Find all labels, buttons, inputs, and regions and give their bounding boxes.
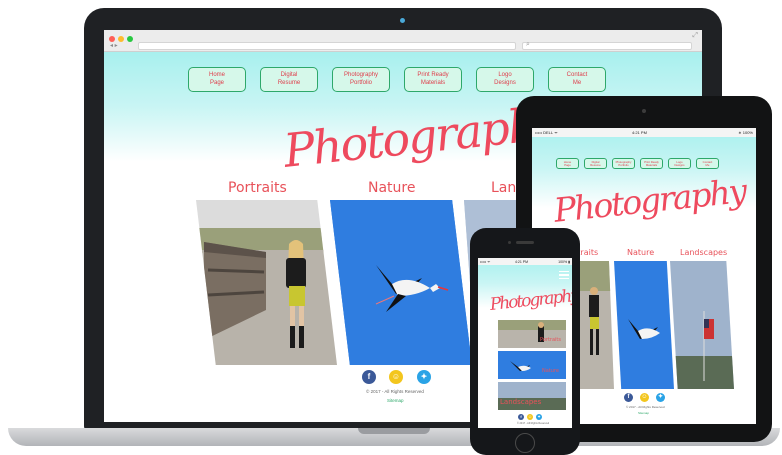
- page-title: Photography: [488, 285, 572, 315]
- status-time: 4:21 PM: [515, 259, 529, 264]
- category-label-portraits: Portraits: [228, 180, 287, 196]
- copyright-text: © 2017 - All Rights Reserved: [366, 389, 424, 394]
- nav-home-button[interactable]: Home Page: [556, 158, 579, 169]
- nav-label: Portfolio: [618, 163, 629, 168]
- nav-label: Contact: [566, 72, 588, 78]
- category-label-landscapes: Landscapes: [680, 248, 728, 257]
- category-label-nature: Nature: [542, 368, 559, 374]
- category-label-nature: Nature: [627, 248, 655, 257]
- nav-photography-button[interactable]: Photography Portfolio: [332, 67, 390, 92]
- status-time: 4:21 PM: [632, 130, 647, 135]
- facebook-icon[interactable]: f: [518, 414, 524, 420]
- category-label-nature: Nature: [368, 180, 416, 196]
- back-forward-icon[interactable]: ◂ ▸: [110, 43, 118, 49]
- battery-indicator: 100% ▮: [558, 259, 570, 264]
- address-bar[interactable]: [138, 42, 516, 50]
- sitemap-link[interactable]: Sitemap: [387, 398, 404, 403]
- nav-label: Me: [705, 163, 710, 168]
- nav-label: Portfolio: [349, 80, 372, 86]
- fullscreen-icon[interactable]: ⤢: [692, 32, 698, 40]
- nav-label: Designs: [494, 80, 516, 86]
- nav-label: Digital: [280, 72, 298, 78]
- copyright-text: © 2017 - All Rights Reserved: [517, 422, 550, 425]
- browser-search-field[interactable]: ⌕: [522, 41, 692, 50]
- portrait-photo: [196, 200, 337, 365]
- twitter-icon[interactable]: ✦: [656, 393, 665, 402]
- facebook-icon[interactable]: f: [362, 370, 376, 384]
- page-title: Photography: [551, 171, 748, 230]
- flag-landscape-photo: [670, 261, 734, 389]
- portrait-photo: [498, 320, 566, 348]
- search-icon: ⌕: [526, 41, 530, 48]
- carrier-signal: ••••• DELL ᯤ: [535, 130, 558, 135]
- stork-photo: [614, 261, 674, 389]
- landscapes-gallery-link[interactable]: [670, 261, 734, 389]
- nav-logo-button[interactable]: Logo Designs: [668, 158, 691, 169]
- twitter-icon[interactable]: ✦: [536, 414, 542, 420]
- browser-chrome: ◂ ▸ ⌕ ⤢: [104, 30, 702, 52]
- twitter-icon[interactable]: ✦: [417, 370, 431, 384]
- laptop-camera: [400, 18, 405, 23]
- phone-device: ••••• ᯤ 4:21 PM 100% ▮ Photography Portr…: [470, 228, 580, 455]
- nature-gallery-link[interactable]: [614, 261, 674, 389]
- nav-label: Page: [564, 163, 571, 168]
- nav-label: Page: [209, 80, 224, 86]
- phone-status-bar: ••••• ᯤ 4:21 PM 100% ▮: [478, 258, 572, 265]
- maximize-window-button[interactable]: [127, 36, 133, 42]
- nav-label: Print Ready: [417, 72, 449, 78]
- category-label-landscapes: Landscapes: [500, 398, 542, 406]
- stork-photo: [330, 200, 472, 365]
- close-window-button[interactable]: [109, 36, 115, 42]
- phone-screen: ••••• ᯤ 4:21 PM 100% ▮ Photography Portr…: [478, 258, 572, 428]
- nav-label: Resume: [277, 80, 301, 86]
- nav-logo-button[interactable]: Logo Designs: [476, 67, 534, 92]
- portraits-gallery-link[interactable]: [196, 200, 337, 365]
- nav-print-button[interactable]: Print Ready Materials: [640, 158, 663, 169]
- stork-photo: [498, 351, 566, 379]
- nav-label: Materials: [420, 80, 446, 86]
- nav-contact-button[interactable]: Contact Me: [696, 158, 719, 169]
- tablet-status-bar: ••••• DELL ᯤ 4:21 PM ∗ 100%: [532, 128, 756, 137]
- snapchat-icon[interactable]: ☺: [527, 414, 533, 420]
- carrier-signal: ••••• ᯤ: [480, 259, 491, 264]
- device-mockup-stage: ◂ ▸ ⌕ ⤢ Home Page Digital Resume Photograp…: [0, 0, 782, 455]
- landscapes-gallery-link[interactable]: Landscapes: [498, 382, 566, 410]
- phone-camera: [508, 241, 511, 244]
- copyright-text: © 2017 - All Rights Reserved: [626, 405, 665, 409]
- nav-label: Logo: [498, 72, 512, 78]
- battery-indicator: ∗ 100%: [738, 130, 753, 135]
- portraits-gallery-link[interactable]: Portraits: [498, 320, 566, 348]
- category-label-portraits: Portraits: [540, 337, 561, 343]
- nav-home-button[interactable]: Home Page: [188, 67, 246, 92]
- nav-label: Resume: [590, 163, 601, 168]
- snapchat-icon[interactable]: ☺: [640, 393, 649, 402]
- phone-speaker: [516, 241, 534, 244]
- nav-label: Designs: [674, 163, 685, 168]
- nav-resume-button[interactable]: Digital Resume: [260, 67, 318, 92]
- nav-label: Photography: [343, 72, 379, 78]
- hamburger-menu-icon[interactable]: [559, 271, 569, 279]
- nav-label: Me: [572, 80, 582, 86]
- nav-label: Materials: [645, 163, 658, 168]
- nature-gallery-link[interactable]: [330, 200, 472, 365]
- sitemap-link[interactable]: Sitemap: [638, 411, 649, 415]
- tablet-camera: [642, 109, 646, 113]
- home-button[interactable]: [515, 433, 535, 453]
- snapchat-icon[interactable]: ☺: [389, 370, 403, 384]
- nav-resume-button[interactable]: Digital Resume: [584, 158, 607, 169]
- nav-label: Home: [208, 72, 225, 78]
- nav-photography-button[interactable]: Photography Portfolio: [612, 158, 635, 169]
- minimize-window-button[interactable]: [118, 36, 124, 42]
- nav-print-button[interactable]: Print Ready Materials: [404, 67, 462, 92]
- nav-contact-button[interactable]: Contact Me: [548, 67, 606, 92]
- nature-gallery-link[interactable]: Nature: [498, 351, 566, 379]
- laptop-notch: [358, 428, 430, 434]
- facebook-icon[interactable]: f: [624, 393, 633, 402]
